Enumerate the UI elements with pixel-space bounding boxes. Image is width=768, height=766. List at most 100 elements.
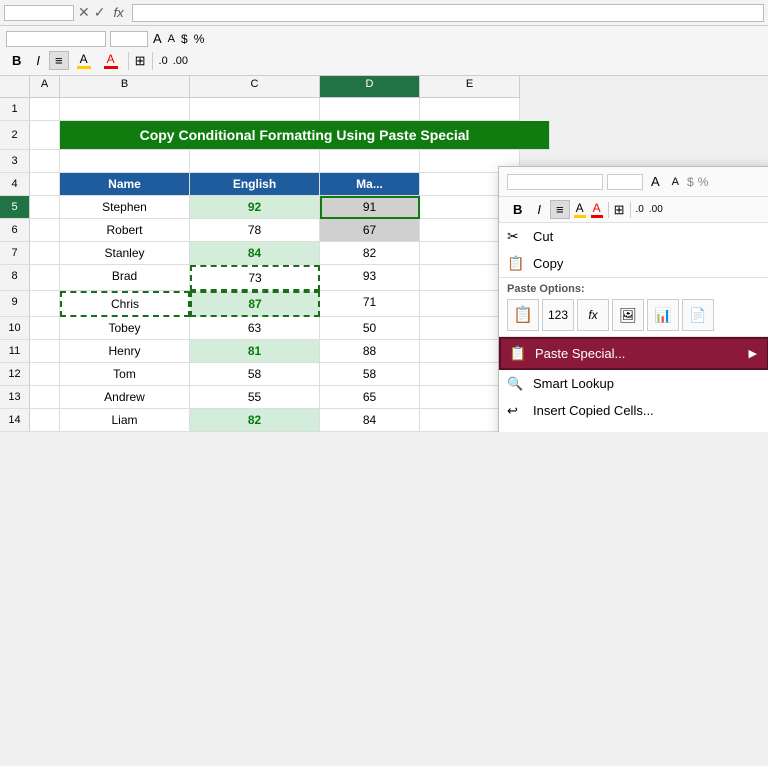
dollar-btn[interactable]: $: [180, 31, 189, 47]
cell-a12[interactable]: [30, 363, 60, 386]
cell-b13[interactable]: Andrew: [60, 386, 190, 409]
cell-c3[interactable]: [190, 150, 320, 173]
col-header-b[interactable]: B: [60, 76, 190, 98]
row-num-14[interactable]: 14: [0, 409, 30, 432]
col-header-e[interactable]: E: [420, 76, 520, 98]
cell-d7[interactable]: 82: [320, 242, 420, 265]
cell-a3[interactable]: [30, 150, 60, 173]
font-name-input[interactable]: Times Ne...: [6, 31, 106, 47]
font-color-btn[interactable]: A: [99, 50, 123, 71]
row-num-10[interactable]: 10: [0, 317, 30, 340]
cell-d9[interactable]: 71: [320, 291, 420, 317]
ctx-dec-dec-btn[interactable]: .00: [648, 203, 664, 216]
cell-a10[interactable]: [30, 317, 60, 340]
row-num-12[interactable]: 12: [0, 363, 30, 386]
formula-cancel-icon[interactable]: ✕: [78, 4, 90, 21]
row-num-2[interactable]: 2: [0, 121, 30, 150]
paste-icon-3[interactable]: fx: [577, 299, 609, 331]
ctx-font-color-btn[interactable]: A: [590, 200, 604, 219]
cell-d12[interactable]: 58: [320, 363, 420, 386]
ctx-align-btn[interactable]: ≡: [550, 200, 570, 219]
cell-a9[interactable]: [30, 291, 60, 317]
cell-c7[interactable]: 84: [190, 242, 320, 265]
col-header-d[interactable]: D: [320, 76, 420, 98]
cell-c13[interactable]: 55: [190, 386, 320, 409]
cell-d13[interactable]: 65: [320, 386, 420, 409]
cell-d5[interactable]: 91: [320, 196, 420, 219]
formula-value-input[interactable]: 91: [132, 4, 764, 22]
cell-title[interactable]: Copy Conditional Formatting Using Paste …: [60, 121, 550, 150]
cell-b8[interactable]: Brad: [60, 265, 190, 291]
cell-b6[interactable]: Robert: [60, 219, 190, 242]
row-num-6[interactable]: 6: [0, 219, 30, 242]
ctx-font-dec-btn[interactable]: A: [668, 174, 683, 190]
paste-icon-6[interactable]: 📄: [682, 299, 714, 331]
cell-d6[interactable]: 67: [320, 219, 420, 242]
cell-b5[interactable]: Stephen: [60, 196, 190, 219]
cell-d14[interactable]: 84: [320, 409, 420, 432]
paste-icon-2[interactable]: 123: [542, 299, 574, 331]
cell-c11[interactable]: 81: [190, 340, 320, 363]
cell-a8[interactable]: [30, 265, 60, 291]
ctx-font-size[interactable]: 12: [607, 174, 643, 190]
decimal-inc-btn[interactable]: .0: [158, 54, 169, 68]
align-btn[interactable]: ≡: [49, 51, 69, 70]
ctx-bold-btn[interactable]: B: [507, 200, 528, 219]
percent-btn[interactable]: %: [193, 31, 206, 47]
paste-icon-4[interactable]: 🖼: [612, 299, 644, 331]
row-num-5[interactable]: 5: [0, 196, 30, 219]
ctx-font-inc-btn[interactable]: A: [647, 172, 664, 191]
insert-copied-item[interactable]: ↩ Insert Copied Cells...: [499, 397, 768, 424]
cell-a6[interactable]: [30, 219, 60, 242]
col-header-a[interactable]: A: [30, 76, 60, 98]
row-num-3[interactable]: 3: [0, 150, 30, 173]
delete-item[interactable]: Delete...: [499, 424, 768, 432]
cut-menu-item[interactable]: ✂ Cut: [499, 223, 768, 250]
cell-c12[interactable]: 58: [190, 363, 320, 386]
cell-c1[interactable]: [190, 98, 320, 121]
cell-d10[interactable]: 50: [320, 317, 420, 340]
row-num-11[interactable]: 11: [0, 340, 30, 363]
cell-c8[interactable]: 73: [190, 265, 320, 291]
row-num-9[interactable]: 9: [0, 291, 30, 317]
cell-a11[interactable]: [30, 340, 60, 363]
font-increase-btn[interactable]: A: [152, 30, 163, 47]
paste-icon-1[interactable]: 📋: [507, 299, 539, 331]
cell-c5[interactable]: 92: [190, 196, 320, 219]
cell-c9[interactable]: 87: [190, 291, 320, 317]
cell-b7[interactable]: Stanley: [60, 242, 190, 265]
ctx-italic-btn[interactable]: I: [531, 200, 547, 219]
smart-lookup-item[interactable]: 🔍 Smart Lookup: [499, 370, 768, 397]
paste-special-menu-item[interactable]: 📋 Paste Special... ▶: [499, 337, 768, 370]
cell-d11[interactable]: 88: [320, 340, 420, 363]
ctx-border-btn[interactable]: ⊞: [613, 201, 626, 219]
font-decrease-btn[interactable]: A: [167, 32, 176, 46]
cell-a1[interactable]: [30, 98, 60, 121]
cell-b12[interactable]: Tom: [60, 363, 190, 386]
ctx-font-name[interactable]: Times New Roman: [507, 174, 603, 190]
cell-c14[interactable]: 82: [190, 409, 320, 432]
fill-color-btn[interactable]: A: [72, 50, 96, 71]
cell-a7[interactable]: [30, 242, 60, 265]
row-num-13[interactable]: 13: [0, 386, 30, 409]
border-btn[interactable]: ⊞: [134, 52, 147, 70]
ctx-dec-inc-btn[interactable]: .0: [635, 203, 645, 216]
cell-b3[interactable]: [60, 150, 190, 173]
cell-c10[interactable]: 63: [190, 317, 320, 340]
cell-d1[interactable]: [320, 98, 420, 121]
cell-d3[interactable]: [320, 150, 420, 173]
cell-c4-header[interactable]: English: [190, 173, 320, 196]
ctx-fill-btn[interactable]: A: [573, 200, 587, 219]
decimal-dec-btn[interactable]: .00: [172, 54, 189, 68]
bold-btn[interactable]: B: [6, 51, 27, 70]
font-size-input[interactable]: 12: [110, 31, 148, 47]
cell-a5[interactable]: [30, 196, 60, 219]
cell-d4-header[interactable]: Ma...: [320, 173, 420, 196]
cell-b11[interactable]: Henry: [60, 340, 190, 363]
row-num-1[interactable]: 1: [0, 98, 30, 121]
copy-menu-item[interactable]: 📋 Copy: [499, 250, 768, 277]
cell-b9[interactable]: Chris: [60, 291, 190, 317]
cell-d8[interactable]: 93: [320, 265, 420, 291]
cell-a2[interactable]: [30, 121, 60, 150]
row-num-7[interactable]: 7: [0, 242, 30, 265]
